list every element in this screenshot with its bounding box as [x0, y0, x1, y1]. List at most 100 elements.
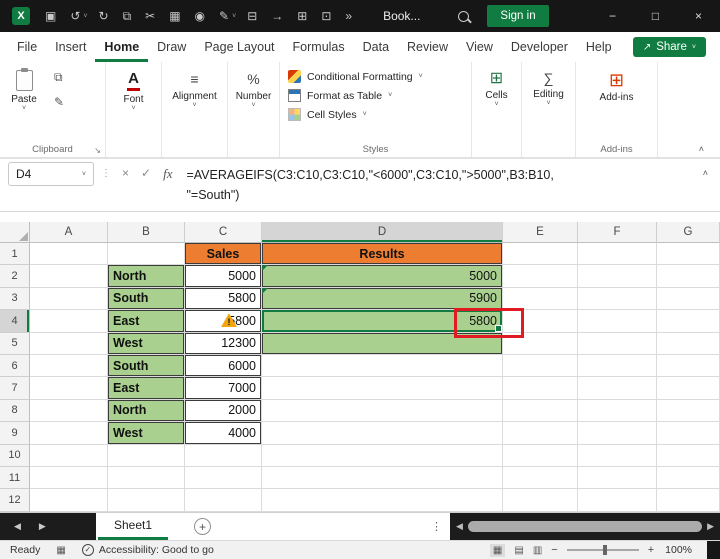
cell-D4[interactable]: 5800: [262, 310, 503, 333]
cell-A1[interactable]: [30, 243, 108, 266]
sign-in-button[interactable]: Sign in: [487, 5, 549, 27]
row-header-12[interactable]: 12: [0, 489, 30, 512]
cell-G4[interactable]: [657, 310, 720, 333]
alignment-button[interactable]: ≡ Alignment ˅: [162, 62, 227, 157]
enter-icon[interactable]: ✓: [135, 166, 157, 180]
editing-button[interactable]: ∑ Editing ˅: [522, 62, 575, 157]
cell-A3[interactable]: [30, 287, 108, 311]
cell-format-icon[interactable]: ⊡: [314, 0, 338, 32]
cell-B10[interactable]: [108, 444, 185, 467]
row-header-2[interactable]: 2: [0, 265, 30, 288]
menu-developer[interactable]: Developer: [502, 32, 577, 62]
save-icon[interactable]: ▣: [38, 0, 63, 32]
format-as-table-button[interactable]: Format as Table ˅: [288, 89, 471, 102]
cell-C12[interactable]: [185, 489, 262, 512]
cell-F11[interactable]: [578, 466, 657, 490]
page-break-view-icon[interactable]: ▥: [533, 545, 542, 556]
cell-G5[interactable]: [657, 332, 720, 355]
cell-B4[interactable]: East: [108, 310, 185, 333]
scrollbar-thumb[interactable]: [467, 521, 703, 532]
cell-B5[interactable]: West: [108, 332, 185, 355]
close-button[interactable]: ×: [677, 0, 720, 32]
share-button[interactable]: ↗ Share ˅: [632, 37, 706, 57]
undo-dropdown-icon[interactable]: ˅: [83, 13, 91, 20]
search-icon[interactable]: [458, 10, 470, 22]
row-header-7[interactable]: 7: [0, 377, 30, 400]
cell-F7[interactable]: [578, 377, 657, 400]
zoom-slider-thumb[interactable]: [602, 545, 607, 555]
printer-icon[interactable]: ⊟: [240, 0, 264, 32]
cell-G3[interactable]: [657, 287, 720, 311]
cell-F8[interactable]: [578, 399, 657, 423]
format-painter-icon[interactable]: ✎: [54, 95, 64, 109]
column-header-B[interactable]: B: [108, 222, 185, 243]
select-all-corner[interactable]: [0, 222, 30, 243]
row-header-8[interactable]: 8: [0, 399, 30, 423]
cell-B2[interactable]: North: [108, 265, 185, 288]
paste-button[interactable]: Paste ˅: [0, 62, 48, 142]
conditional-formatting-button[interactable]: Conditional Formatting ˅: [288, 70, 471, 83]
cell-D11[interactable]: [262, 466, 503, 490]
cell-A10[interactable]: [30, 444, 108, 467]
zoom-in-button[interactable]: +: [648, 544, 654, 556]
column-header-E[interactable]: E: [503, 222, 578, 243]
cell-A4[interactable]: [30, 310, 108, 333]
cell-E10[interactable]: [503, 444, 578, 467]
cell-E8[interactable]: [503, 399, 578, 423]
menu-draw[interactable]: Draw: [148, 32, 195, 62]
cell-D2[interactable]: 5000: [262, 265, 503, 288]
cell-B7[interactable]: East: [108, 377, 185, 400]
cell-D8[interactable]: [262, 399, 503, 423]
font-button[interactable]: A Font ˅: [106, 62, 161, 157]
cell-E4[interactable]: [503, 310, 578, 333]
scroll-left-icon[interactable]: ◀: [456, 521, 463, 532]
horizontal-scrollbar[interactable]: ◀ ▶: [450, 513, 720, 540]
cell-C10[interactable]: [185, 444, 262, 467]
excel-logo-icon[interactable]: X: [12, 7, 30, 25]
page-layout-view-icon[interactable]: ▤: [514, 545, 523, 556]
cell-C7[interactable]: 7000: [185, 377, 262, 400]
cell-C6[interactable]: 6000: [185, 354, 262, 378]
menu-view[interactable]: View: [457, 32, 502, 62]
copy-icon[interactable]: ⧉: [54, 70, 64, 85]
export-icon[interactable]: →: [264, 0, 290, 32]
cell-D12[interactable]: [262, 489, 503, 512]
cell-B8[interactable]: North: [108, 399, 185, 423]
cell-D5[interactable]: [262, 332, 503, 355]
cell-A7[interactable]: [30, 377, 108, 400]
column-header-D[interactable]: D: [262, 222, 503, 243]
name-box[interactable]: D4 ˅: [8, 162, 94, 186]
cell-E1[interactable]: [503, 243, 578, 266]
cell-F3[interactable]: [578, 287, 657, 311]
badge-icon[interactable]: ◉: [188, 0, 212, 32]
cell-C4[interactable]: 5800: [185, 310, 262, 333]
column-header-C[interactable]: C: [185, 222, 262, 243]
cell-D10[interactable]: [262, 444, 503, 467]
minimize-button[interactable]: −: [591, 0, 634, 32]
cell-D7[interactable]: [262, 377, 503, 400]
cell-styles-button[interactable]: Cell Styles ˅: [288, 108, 471, 121]
menu-review[interactable]: Review: [398, 32, 457, 62]
scroll-right-icon[interactable]: ▶: [707, 521, 714, 532]
menu-insert[interactable]: Insert: [46, 32, 95, 62]
chart-icon[interactable]: ▦: [162, 0, 187, 32]
menu-help[interactable]: Help: [577, 32, 621, 62]
tab-scroll-handle[interactable]: ⋮: [431, 513, 442, 540]
cell-A12[interactable]: [30, 489, 108, 512]
sheet-tab-sheet1[interactable]: Sheet1: [98, 513, 169, 540]
cells-button[interactable]: ⊞ Cells ˅: [472, 62, 521, 157]
add-ins-button[interactable]: ⊞ Add-ins: [576, 62, 657, 142]
row-header-11[interactable]: 11: [0, 466, 30, 490]
row-header-10[interactable]: 10: [0, 444, 30, 467]
clipboard-icon[interactable]: ⧉: [116, 0, 139, 32]
cell-C2[interactable]: 5000: [185, 265, 262, 288]
cell-B6[interactable]: South: [108, 354, 185, 378]
number-button[interactable]: % Number ˅: [228, 62, 279, 157]
add-sheet-button[interactable]: +: [194, 518, 212, 535]
cell-G1[interactable]: [657, 243, 720, 266]
row-header-1[interactable]: 1: [0, 243, 30, 266]
formula-bar-collapse-icon[interactable]: ˄: [703, 168, 708, 178]
menu-formulas[interactable]: Formulas: [284, 32, 354, 62]
cut-icon[interactable]: ✂: [138, 0, 162, 32]
maximize-button[interactable]: □: [634, 0, 677, 32]
